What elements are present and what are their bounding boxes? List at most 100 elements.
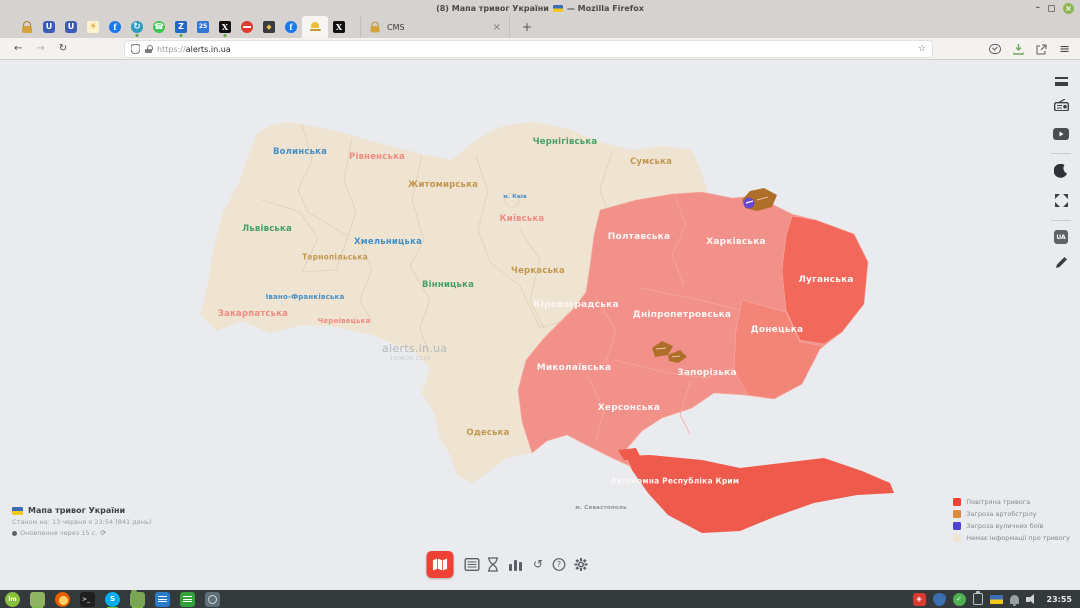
map-icon — [433, 558, 448, 571]
region-label: Хмельницька — [354, 237, 422, 247]
forward-button[interactable]: → — [36, 44, 44, 54]
mint-menu-button[interactable]: lm — [5, 592, 20, 607]
url-text[interactable]: https://alerts.in.ua — [157, 45, 231, 54]
region-label: Миколаївська — [537, 363, 612, 373]
pinned-tab-lock[interactable] — [16, 16, 38, 38]
dark-mode-moon-icon[interactable] — [1054, 163, 1068, 182]
reload-button[interactable]: ↻ — [59, 44, 67, 54]
legend-color-artillery — [953, 510, 961, 518]
siren-icon — [309, 21, 321, 33]
region-label: Івано-Франківська — [266, 293, 345, 301]
tab-title: CMS — [387, 23, 493, 32]
download-icon[interactable] — [1013, 44, 1024, 55]
edit-pencil-icon[interactable] — [1055, 254, 1068, 273]
pinned-tab-x1[interactable]: X — [214, 16, 236, 38]
ukraine-flag-icon — [553, 5, 563, 12]
region-label: Сумська — [630, 157, 672, 167]
legend-item: Загроза артобстрілу — [953, 510, 1070, 518]
status-title: Мапа тривог України — [28, 506, 125, 515]
history-button[interactable]: ↺ — [533, 558, 543, 570]
navigation-bar: ← → ↻ https://alerts.in.ua ☆ ≡ — [0, 38, 1080, 60]
map-watermark-date: 13/06/24, 23:54 — [390, 356, 430, 362]
menu-hamburger-icon[interactable]: ≡ — [1059, 43, 1070, 56]
settings-gear-button[interactable] — [575, 558, 588, 571]
region-label: Київська — [500, 214, 545, 224]
region-label: Чернігівська — [533, 137, 598, 147]
pinned-tab-facebook2[interactable]: f — [280, 16, 302, 38]
docs-icon: 25 — [197, 21, 209, 33]
skype-taskbar-icon[interactable]: S — [105, 592, 120, 607]
pinned-tab-z[interactable]: Z — [170, 16, 192, 38]
extension-share-icon[interactable] — [1036, 44, 1047, 55]
pinned-tab-u2[interactable]: U — [60, 16, 82, 38]
legend-color-no-info — [953, 534, 961, 542]
x-icon: X — [333, 21, 345, 33]
pinned-tab-noentry[interactable] — [236, 16, 258, 38]
notifications-bell-icon[interactable] — [1010, 595, 1019, 604]
new-tab-button[interactable]: + — [522, 20, 532, 34]
writer-taskbar-icon[interactable] — [155, 592, 170, 607]
pocket-extension-icon[interactable] — [989, 44, 1001, 54]
legend-color-air-alert — [953, 498, 961, 506]
tab-cms[interactable]: CMS × — [360, 16, 510, 38]
legend-item: Загроза вуличних боїв — [953, 522, 1070, 530]
hourglass-button[interactable] — [487, 557, 499, 572]
status-dot-icon — [12, 531, 17, 536]
pinned-tab-x2[interactable]: X — [328, 16, 350, 38]
list-view-button[interactable] — [465, 558, 480, 571]
pinned-tab-shield[interactable]: ◆ — [258, 16, 280, 38]
bottom-toolbar: ↺ ? — [0, 551, 1080, 581]
tab-close-icon[interactable]: × — [493, 22, 501, 33]
crimea-region — [626, 455, 894, 533]
firewall-tray-icon[interactable] — [933, 593, 946, 606]
region-label: Волинська — [273, 147, 327, 157]
back-button[interactable]: ← — [14, 44, 22, 54]
menu-icon[interactable] — [1055, 77, 1068, 86]
fullscreen-icon[interactable] — [1055, 192, 1068, 211]
map-legend: Повітряна тривога Загроза артобстрілу За… — [953, 498, 1070, 546]
show-desktop-button[interactable] — [30, 592, 45, 607]
close-button[interactable]: × — [1063, 3, 1074, 14]
minimize-button[interactable]: – — [1036, 4, 1041, 13]
stats-button[interactable] — [509, 558, 523, 571]
radio-icon[interactable] — [1054, 96, 1069, 115]
pinned-tab-u1[interactable]: U — [38, 16, 60, 38]
pinned-tab-docs[interactable]: 25 — [192, 16, 214, 38]
terminal-taskbar-icon[interactable]: >_ — [80, 592, 95, 607]
tracking-protection-icon[interactable] — [131, 44, 140, 54]
pinned-tab-sun[interactable]: ☀ — [82, 16, 104, 38]
youtube-icon[interactable] — [1053, 125, 1069, 144]
pinned-tab-alerts-active[interactable] — [302, 16, 328, 38]
https-lock-icon[interactable] — [145, 45, 152, 53]
restore-button[interactable] — [1048, 5, 1055, 12]
screenshot-taskbar-icon[interactable] — [205, 592, 220, 607]
region-label: Тернопільська — [302, 253, 368, 262]
language-ua-button[interactable]: UA — [1054, 230, 1068, 244]
pinned-tab-facebook[interactable]: f — [104, 16, 126, 38]
firefox-taskbar-icon[interactable] — [55, 592, 70, 607]
file-manager-taskbar-icon[interactable] — [130, 592, 145, 607]
pinned-tab-sync[interactable]: ↻ — [126, 16, 148, 38]
bookmark-star-icon[interactable]: ☆ — [918, 44, 926, 54]
url-bar[interactable]: https://alerts.in.ua ☆ — [125, 41, 932, 57]
keyboard-layout-ua-flag[interactable] — [990, 595, 1003, 604]
region-label: Рівненська — [349, 152, 405, 162]
clipboard-tray-icon[interactable] — [973, 593, 983, 605]
map-view-button-active[interactable] — [427, 551, 454, 578]
pinned-tab-whatsapp[interactable]: ☎ — [148, 16, 170, 38]
help-button[interactable]: ? — [553, 558, 566, 571]
status-panel: Мапа тривог України Станом на: 13 червня… — [12, 506, 151, 537]
keepass-tray-icon[interactable]: ◈ — [913, 593, 926, 606]
side-toolbar: UA — [1050, 72, 1072, 278]
legend-item: Немає інформації про тривогу — [953, 534, 1070, 542]
spreadsheet-taskbar-icon[interactable] — [180, 592, 195, 607]
facebook-icon: f — [285, 21, 297, 33]
ukraine-flag-icon — [12, 507, 23, 515]
divider — [1051, 153, 1071, 154]
region-label: Закарпатська — [218, 309, 288, 319]
refresh-icon[interactable]: ⟳ — [100, 529, 106, 537]
taskbar-clock[interactable]: 23:55 — [1047, 595, 1072, 604]
update-ok-tray-icon[interactable]: ✓ — [953, 593, 966, 606]
region-label: Вінницька — [422, 280, 474, 290]
volume-speaker-icon[interactable] — [1026, 593, 1038, 605]
